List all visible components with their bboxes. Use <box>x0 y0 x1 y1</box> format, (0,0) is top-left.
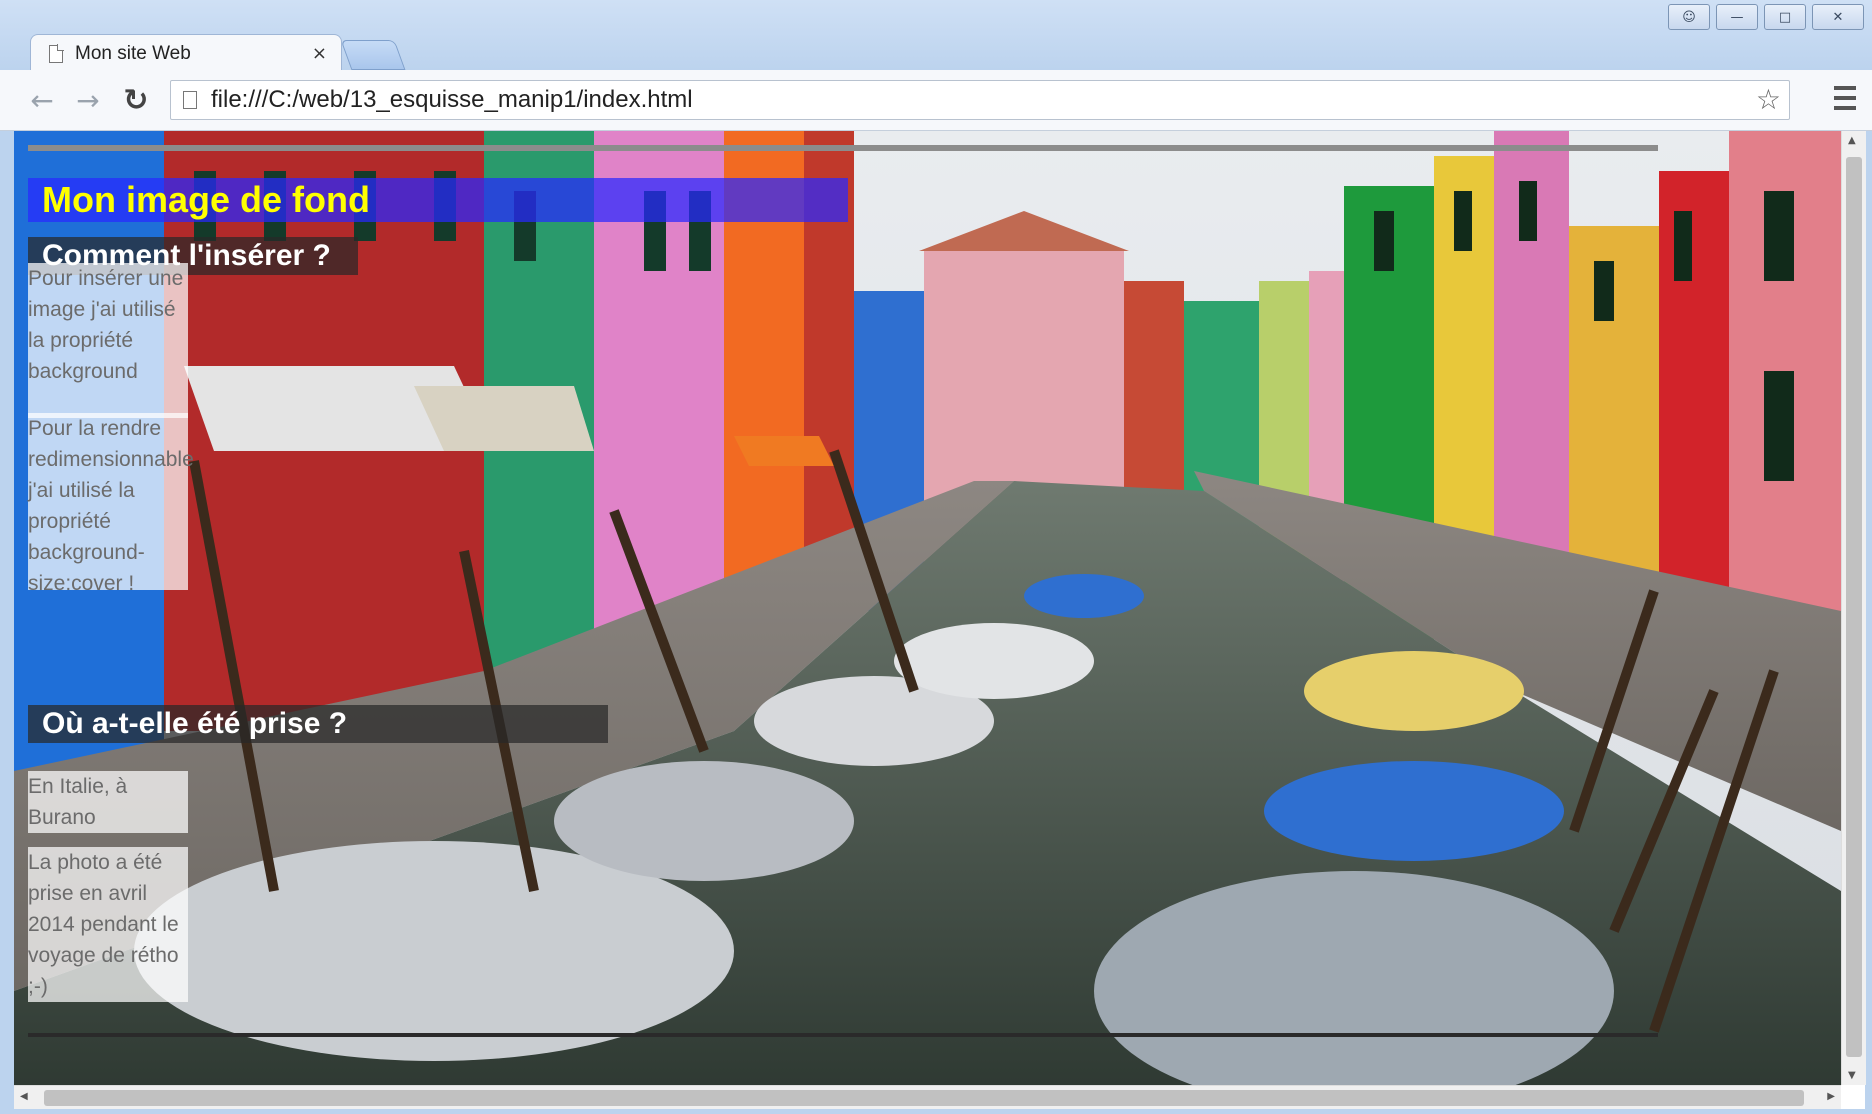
page-viewport[interactable]: Mon image de fond Comment l'insérer ? Po… <box>14 131 1841 1085</box>
minimize-icon[interactable]: — <box>1716 4 1758 30</box>
tab-title: Mon site Web <box>75 42 191 64</box>
menu-icon[interactable] <box>1834 86 1856 110</box>
section-heading-location: Où a-t-elle été prise ? <box>28 705 608 743</box>
close-icon[interactable]: ✕ <box>1812 4 1864 30</box>
tab-close-icon[interactable]: × <box>312 43 327 64</box>
window-controls: ☺ — □ ✕ <box>1668 4 1864 30</box>
paragraph-photo-date: La photo a été prise en avril 2014 penda… <box>28 847 188 1002</box>
scroll-down-icon[interactable]: ▼ <box>1848 1070 1856 1081</box>
horizontal-rule-bottom <box>28 1033 1658 1037</box>
browser-window: ☺ — □ ✕ Mon site Web × ← → ↻ file:///C:/… <box>0 0 1872 1114</box>
url-text: file:///C:/web/13_esquisse_manip1/index.… <box>211 86 693 113</box>
vertical-scrollbar[interactable]: ▲ ▼ <box>1841 131 1866 1085</box>
horizontal-scroll-thumb[interactable] <box>44 1090 1804 1106</box>
horizontal-rule-top <box>28 145 1658 151</box>
horizontal-scrollbar[interactable]: ◀ ▶ <box>14 1085 1841 1110</box>
window-frame-bottom <box>0 1109 1872 1114</box>
window-frame-left <box>0 131 14 1114</box>
user-icon[interactable]: ☺ <box>1668 4 1710 30</box>
scroll-left-icon[interactable]: ◀ <box>20 1091 28 1102</box>
page-title: Mon image de fond <box>28 178 848 222</box>
restore-icon[interactable]: □ <box>1764 4 1806 30</box>
paragraph-resize-method: Pour la rendre redimensionnable j'ai uti… <box>28 413 194 595</box>
window-frame-right <box>1865 131 1872 1114</box>
new-tab-button[interactable] <box>340 40 406 70</box>
page-icon <box>49 43 64 63</box>
page-icon <box>183 91 197 109</box>
paragraph-location: En Italie, à Burano <box>28 771 188 833</box>
bookmark-star-icon[interactable]: ☆ <box>1756 83 1781 116</box>
back-arrow-icon[interactable]: ← <box>24 82 60 118</box>
reload-icon[interactable]: ↻ <box>118 82 154 118</box>
address-bar[interactable]: file:///C:/web/13_esquisse_manip1/index.… <box>170 80 1790 120</box>
forward-arrow-icon[interactable]: → <box>70 82 106 118</box>
title-bar: ☺ — □ ✕ Mon site Web × <box>0 0 1872 72</box>
browser-toolbar: ← → ↻ file:///C:/web/13_esquisse_manip1/… <box>0 70 1872 131</box>
scroll-up-icon[interactable]: ▲ <box>1848 135 1856 146</box>
vertical-scroll-thumb[interactable] <box>1846 157 1862 1057</box>
paragraph-insert-method: Pour insérer une image j'ai utilisé la p… <box>28 263 188 418</box>
tab-mon-site-web[interactable]: Mon site Web × <box>30 34 342 72</box>
scroll-right-icon[interactable]: ▶ <box>1827 1091 1835 1102</box>
